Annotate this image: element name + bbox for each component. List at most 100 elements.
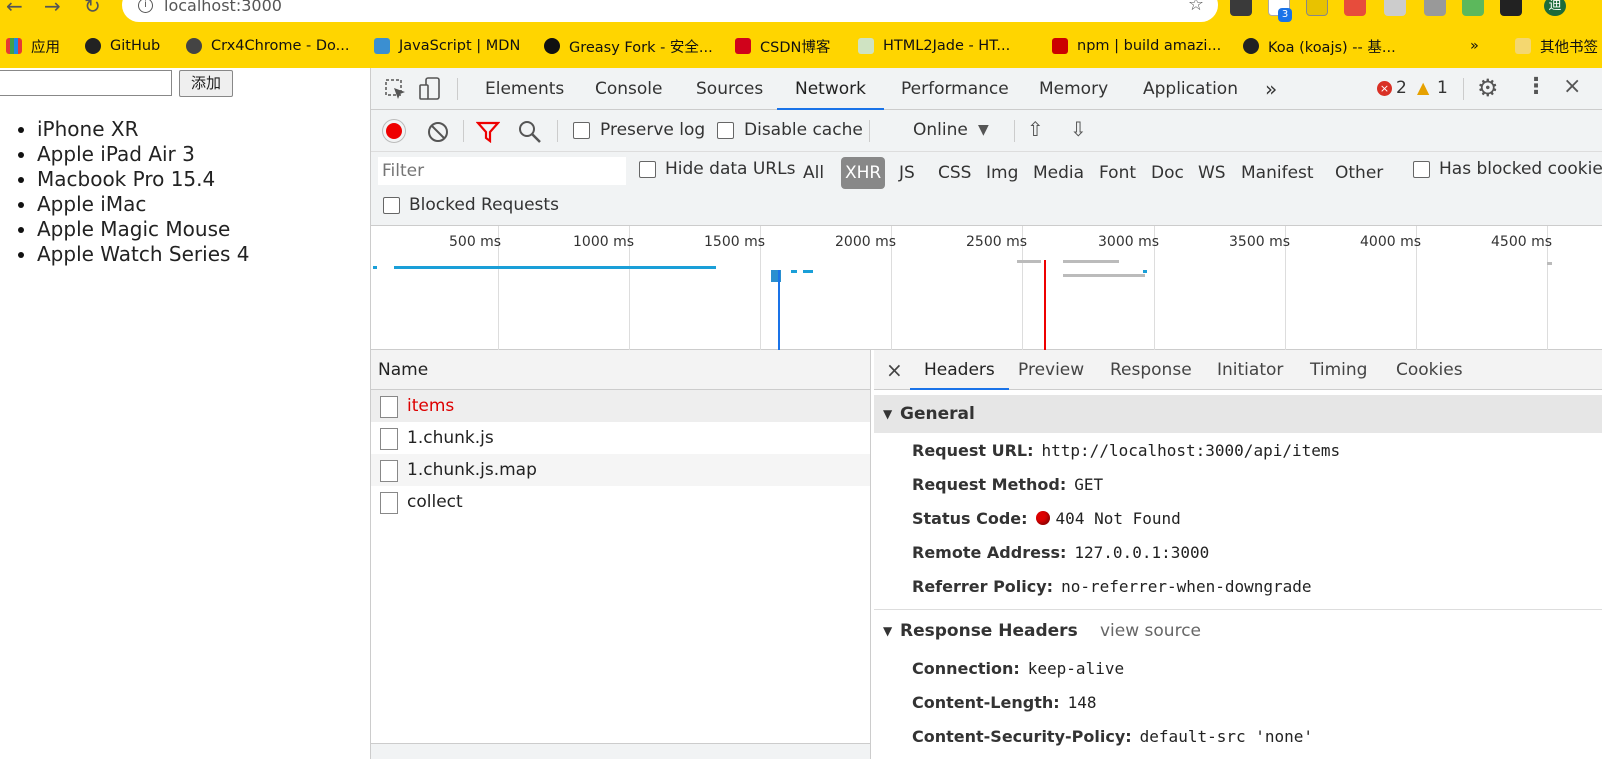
disable-cache-checkbox[interactable] [717,122,734,139]
puzzle-icon[interactable] [1500,0,1522,16]
tab-memory[interactable]: Memory [1039,68,1108,110]
tab-elements[interactable]: Elements [485,68,564,110]
preserve-log-checkbox[interactable] [573,122,590,139]
tab-initiator[interactable]: Initiator [1217,350,1283,390]
filter-type-ws[interactable]: WS [1194,157,1230,189]
download-icon[interactable]: ⇩ [1070,117,1087,141]
back-icon[interactable]: ← [6,0,23,18]
filter-input[interactable] [378,157,626,185]
bookmark-apps[interactable]: 应用 [6,34,60,58]
throttle-select[interactable]: Online [913,120,968,140]
tab-preview[interactable]: Preview [1018,350,1084,390]
has-blocked-cookies-checkbox[interactable] [1413,161,1430,178]
bookmark-github[interactable]: GitHub [85,34,160,58]
network-overview[interactable]: 500 ms 1000 ms 1500 ms 2000 ms 2500 ms 3… [371,226,1602,350]
divider [869,120,870,142]
item-input[interactable] [0,70,172,96]
tab-sources[interactable]: Sources [696,68,763,110]
filter-icon[interactable] [476,121,500,143]
bookmark-csdn[interactable]: CSDN博客 [735,34,830,58]
tab-timing[interactable]: Timing [1310,350,1367,390]
more-bookmarks[interactable]: » [1470,34,1479,58]
request-row[interactable]: 1.chunk.js [371,422,870,454]
record-icon[interactable] [383,120,405,142]
timeline-tick: 4000 ms [1360,234,1422,250]
timeline-bar [373,266,377,269]
download-icon[interactable] [1424,0,1446,16]
inspect-element-icon[interactable] [385,79,407,101]
page-content: 添加 iPhone XR Apple iPad Air 3 Macbook Pr… [0,68,370,759]
gear-icon[interactable]: ⚙ [1477,74,1499,102]
kebab-menu-icon[interactable]: ⋮ [1525,74,1547,99]
filter-type-doc[interactable]: Doc [1147,157,1188,189]
tab-performance[interactable]: Performance [901,68,1009,110]
close-detail-button[interactable]: × [886,350,903,390]
bookmark-npm[interactable]: npm | build amazi... [1052,34,1221,58]
divider [874,609,1602,610]
tab-application[interactable]: Application [1143,68,1238,110]
clear-icon[interactable] [427,121,449,143]
triangle-down-icon: ▼ [883,407,893,421]
timeline-tick: 3500 ms [1229,234,1291,250]
chevron-down-icon[interactable]: ▼ [978,122,989,138]
info-icon[interactable]: i [138,0,153,13]
bookmark-mdn[interactable]: JavaScript | MDN [374,34,520,58]
item-list: iPhone XR Apple iPad Air 3 Macbook Pro 1… [18,117,250,267]
name-column-header[interactable]: Name [371,350,870,390]
tab-response[interactable]: Response [1110,350,1192,390]
filter-type-manifest[interactable]: Manifest [1237,157,1318,189]
header-row: Request Method: GET [912,475,1104,494]
extension-icon[interactable] [1384,0,1406,16]
forward-icon[interactable]: → [44,0,61,18]
blocked-requests-checkbox[interactable] [383,197,400,214]
apps-icon [6,38,22,54]
device-toolbar-icon[interactable] [419,77,441,101]
view-source-link[interactable]: view source [1100,612,1201,650]
upload-icon[interactable]: ⇧ [1027,117,1044,141]
tab-headers[interactable]: Headers [910,350,1009,390]
bookmark-star-icon[interactable]: ☆ [1188,0,1204,15]
bookmark-html2jade[interactable]: HTML2Jade - HT... [858,34,1010,58]
bookmark-crx4chrome[interactable]: Crx4Chrome - Do... [186,34,349,58]
extension-icon[interactable] [1344,0,1366,16]
filter-type-img[interactable]: Img [982,157,1022,189]
more-tabs-button[interactable]: » [1265,68,1277,110]
status-error-icon [1035,511,1050,525]
filter-type-font[interactable]: Font [1095,157,1140,189]
filter-type-js[interactable]: JS [895,157,919,189]
other-bookmarks[interactable]: 其他书签 [1515,34,1598,58]
greasyfork-icon [544,38,560,54]
warning-count[interactable]: 1 [1437,78,1448,98]
filter-type-media[interactable]: Media [1029,157,1088,189]
extension-icon[interactable] [1462,0,1484,16]
general-section-header[interactable]: ▼ General [874,395,1602,433]
response-headers-section-header[interactable]: ▼ Response Headers view source [874,612,1602,650]
filter-type-xhr[interactable]: XHR [841,157,886,189]
avatar[interactable]: 迪 [1544,0,1566,16]
address-bar[interactable]: i localhost:3000 ☆ [122,0,1218,22]
error-count[interactable]: 2 [1396,78,1407,98]
extension-icon[interactable] [1230,0,1252,16]
filter-type-css[interactable]: CSS [934,157,975,189]
tab-console[interactable]: Console [595,68,663,110]
add-button[interactable]: 添加 [179,70,233,97]
status-bar [371,743,870,759]
timeline-bar [791,270,797,273]
bookmark-koa[interactable]: Koa (koajs) -- 基... [1243,34,1396,58]
hide-data-urls-checkbox[interactable] [639,161,656,178]
extension-icon[interactable] [1306,0,1328,16]
request-row[interactable]: 1.chunk.js.map [371,454,870,486]
bookmark-greasyfork[interactable]: Greasy Fork - 安全... [544,34,713,58]
request-detail: × Headers Preview Response Initiator Tim… [874,350,1602,759]
timeline-tick: 1500 ms [704,234,766,250]
filter-type-all[interactable]: All [799,157,828,189]
request-row[interactable]: items [371,390,870,422]
request-row[interactable]: collect [371,486,870,518]
close-devtools-icon[interactable]: × [1563,74,1581,99]
filter-type-other[interactable]: Other [1331,157,1387,189]
search-icon[interactable] [518,120,542,144]
tab-cookies[interactable]: Cookies [1396,350,1463,390]
tab-network[interactable]: Network [777,68,884,110]
timeline-bar [1547,262,1552,265]
reload-icon[interactable]: ↻ [84,0,101,18]
